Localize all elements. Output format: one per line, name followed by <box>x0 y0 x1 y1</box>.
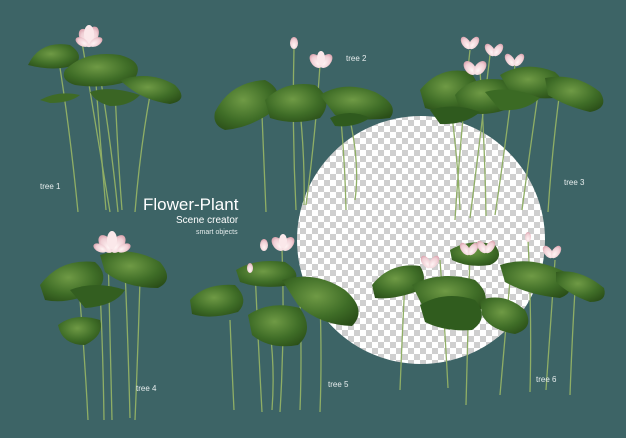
tree-3-label: tree 3 <box>564 178 585 187</box>
tree-2-label: tree 2 <box>346 54 367 63</box>
tree-4-label: tree 4 <box>136 384 157 393</box>
tree-2-lotus-flower <box>309 51 333 68</box>
poster-caption: smart objects <box>196 229 238 236</box>
tree-5-label: tree 5 <box>328 380 349 389</box>
tree-1-lotus-flower <box>75 25 103 48</box>
tree-2-lotus-bud <box>290 37 298 49</box>
poster-subtitle: Scene creator <box>176 215 239 226</box>
flower-plant-scene <box>28 25 605 421</box>
tree-1-label: tree 1 <box>40 182 61 191</box>
tree-6-label: tree 6 <box>536 375 557 384</box>
poster-title: Flower-Plant <box>143 195 239 214</box>
